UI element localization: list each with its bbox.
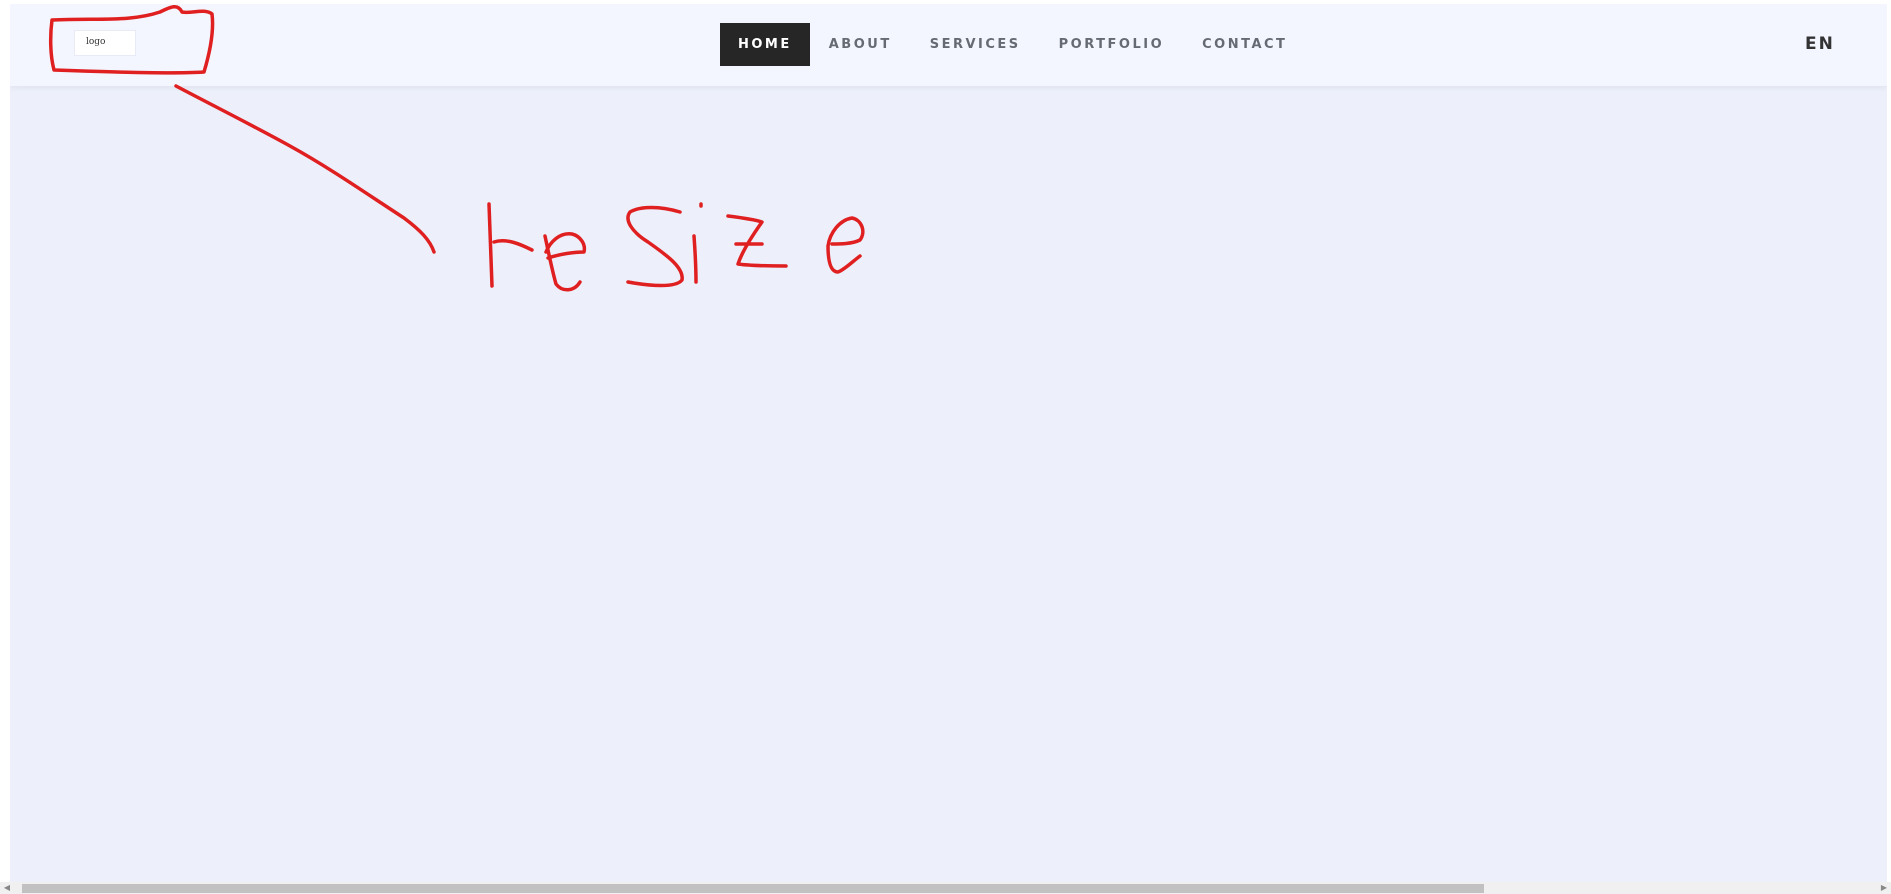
horizontal-scrollbar[interactable]: ◀ ▶: [0, 882, 1891, 894]
site-logo[interactable]: logo: [74, 30, 136, 56]
nav-portfolio[interactable]: PORTFOLIO: [1040, 23, 1183, 66]
nav-about[interactable]: ABOUT: [810, 23, 911, 66]
nav-home[interactable]: HOME: [720, 23, 810, 66]
nav-contact[interactable]: CONTACT: [1183, 23, 1306, 66]
scroll-right-arrow-icon[interactable]: ▶: [1879, 882, 1889, 894]
scroll-left-arrow-icon[interactable]: ◀: [2, 882, 12, 894]
scrollbar-thumb[interactable]: [22, 884, 1484, 893]
main-nav: HOME ABOUT SERVICES PORTFOLIO CONTACT: [720, 23, 1306, 66]
site-navbar: logo HOME ABOUT SERVICES PORTFOLIO CONTA…: [10, 4, 1887, 86]
nav-services[interactable]: SERVICES: [911, 23, 1040, 66]
browser-viewport: logo HOME ABOUT SERVICES PORTFOLIO CONTA…: [10, 4, 1887, 882]
language-switcher[interactable]: EN: [1805, 34, 1835, 54]
